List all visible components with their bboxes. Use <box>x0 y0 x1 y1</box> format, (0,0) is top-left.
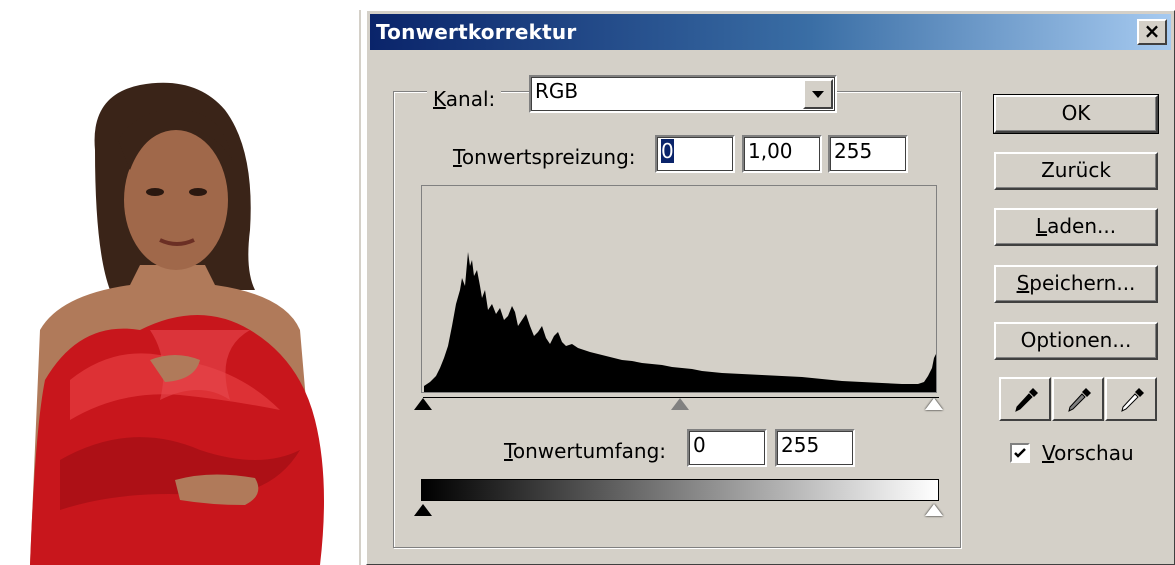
channel-value: RGB <box>535 79 579 103</box>
input-white-field[interactable]: 255 <box>828 135 908 173</box>
output-levels-label: Tonwertumfang: <box>504 439 667 463</box>
dialog-title: Tonwertkorrektur <box>376 20 577 44</box>
photo-preview <box>0 0 360 565</box>
divider <box>359 10 361 565</box>
white-eyedropper-button[interactable] <box>1105 377 1157 421</box>
output-black-slider[interactable] <box>414 504 432 516</box>
black-eyedropper-button[interactable] <box>999 377 1051 421</box>
black-eyedropper-icon <box>1015 388 1038 412</box>
preview-checkbox[interactable] <box>1010 443 1030 463</box>
histogram-graph <box>424 252 936 392</box>
close-icon: × <box>1143 19 1161 43</box>
save-button[interactable]: Speichern... <box>994 265 1158 303</box>
input-black-slider[interactable] <box>414 398 432 410</box>
output-white-field[interactable]: 255 <box>775 429 855 467</box>
load-button[interactable]: Laden... <box>994 208 1158 246</box>
input-black-field[interactable]: 0 <box>655 135 735 173</box>
output-gradient-bar <box>421 479 939 501</box>
histogram <box>421 185 937 393</box>
input-gamma-field[interactable]: 1,00 <box>742 135 822 173</box>
input-levels-label: Tonwertspreizung: <box>453 145 636 169</box>
ok-button[interactable]: OK <box>993 94 1159 134</box>
chevron-down-icon[interactable] <box>803 79 833 109</box>
white-eyedropper-icon <box>1121 388 1144 412</box>
title-bar[interactable]: Tonwertkorrektur × <box>370 14 1171 50</box>
output-black-field[interactable]: 0 <box>687 429 767 467</box>
channel-label: Kanal: <box>427 87 502 111</box>
input-gamma-slider[interactable] <box>671 398 689 410</box>
portrait-image <box>30 82 324 565</box>
gray-eyedropper-icon <box>1068 388 1091 412</box>
close-button[interactable]: × <box>1137 19 1167 45</box>
preview-label[interactable]: Vorschau <box>1042 441 1134 465</box>
reset-button[interactable]: Zurück <box>994 152 1158 190</box>
options-button[interactable]: Optionen... <box>994 322 1158 360</box>
channel-select[interactable]: RGB <box>529 75 837 113</box>
input-white-slider[interactable] <box>925 398 943 410</box>
checkmark-icon <box>1014 448 1026 458</box>
levels-dialog: Tonwertkorrektur × Kanal: RGB Tonwertspr… <box>366 10 1175 565</box>
output-white-slider[interactable] <box>925 504 943 516</box>
gray-eyedropper-button[interactable] <box>1052 377 1104 421</box>
